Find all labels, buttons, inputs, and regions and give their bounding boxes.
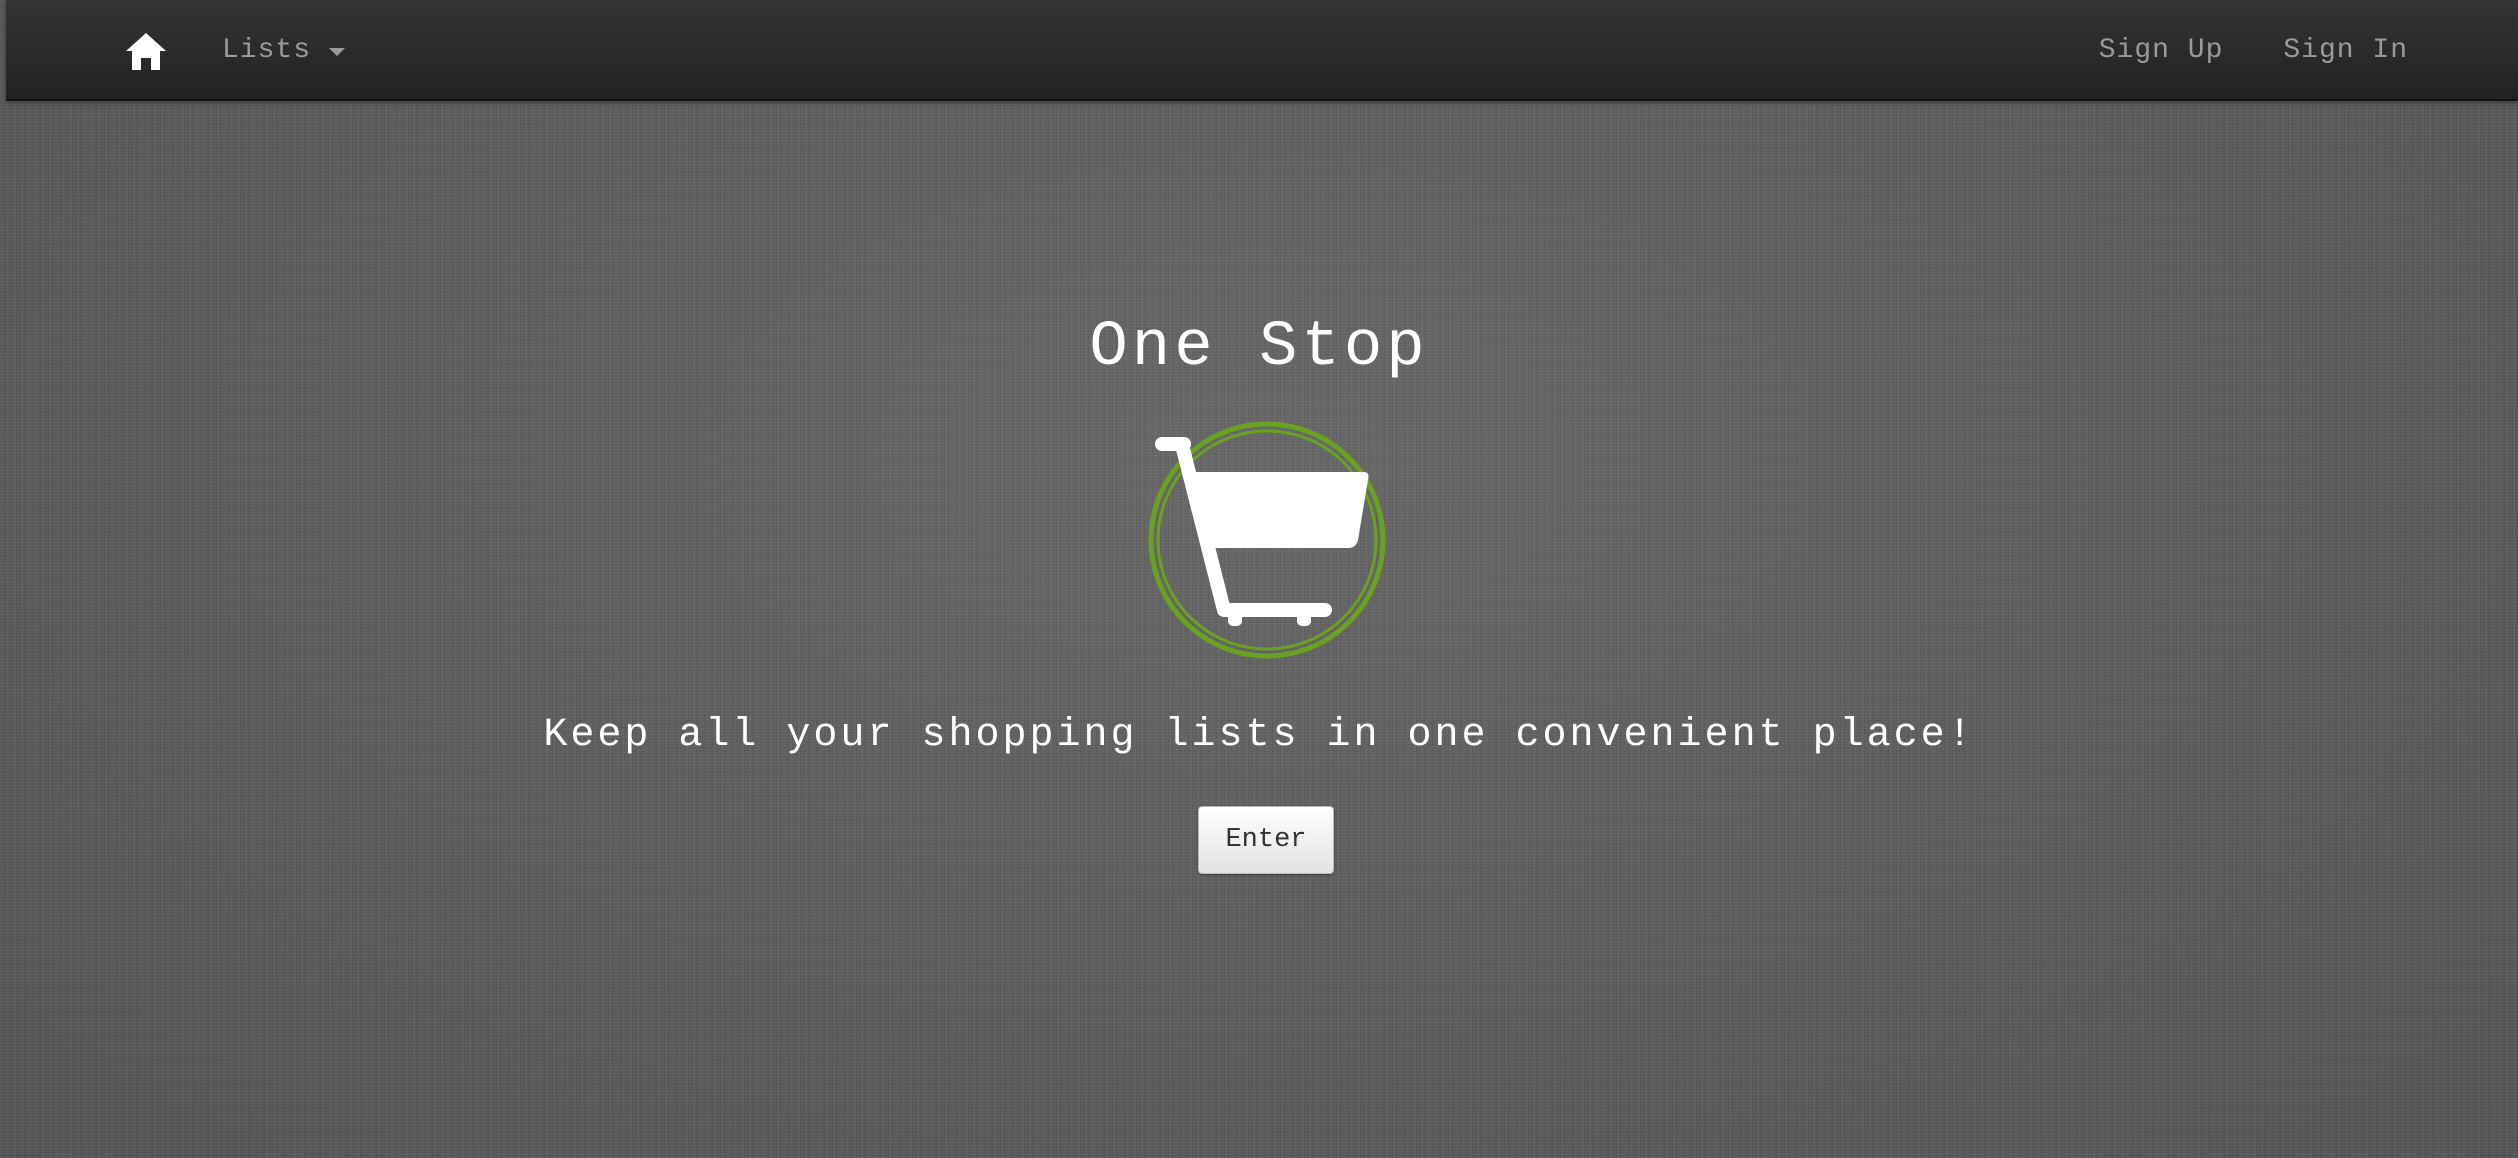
sign-up-link[interactable]: Sign Up: [2099, 35, 2224, 66]
page-title: One Stop: [1089, 312, 1429, 384]
home-link[interactable]: [124, 30, 168, 72]
caret-down-icon: [329, 48, 346, 56]
lists-dropdown[interactable]: Lists: [222, 30, 346, 70]
top-navbar: Lists Sign Up Sign In: [6, 0, 2518, 101]
enter-button[interactable]: Enter: [1198, 806, 1334, 874]
home-icon: [126, 33, 166, 70]
auth-links: Sign Up Sign In: [2099, 30, 2408, 70]
shopping-cart-icon: [1148, 421, 1386, 659]
lists-dropdown-label: Lists: [222, 34, 312, 66]
sign-in-link[interactable]: Sign In: [2283, 35, 2408, 66]
tagline: Keep all your shopping lists in one conv…: [543, 713, 1975, 758]
logo: [1142, 418, 1388, 664]
